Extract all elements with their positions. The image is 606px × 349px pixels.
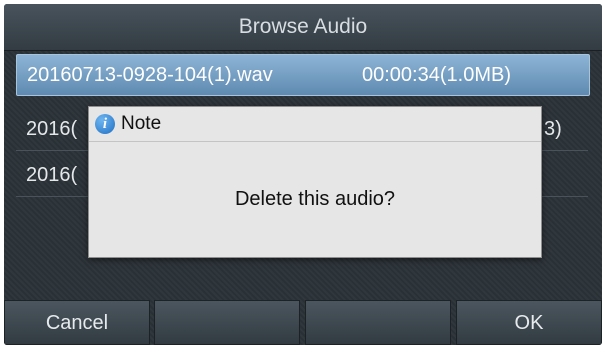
audio-file-info: 00:00:34(1.0MB) [362,64,511,86]
softkey-3-button[interactable] [305,300,451,345]
audio-file-row-selected[interactable]: 20160713-0928-104(1).wav 00:00:34(1.0MB) [16,54,590,96]
audio-file-name: 20160713-0928-104(1).wav [27,64,273,86]
ok-button[interactable]: OK [456,300,602,345]
dialog-message: Delete this audio? [234,188,396,210]
audio-file-name: 2016( [26,118,78,140]
phone-screen: Browse Audio 20160713-0928-104(1).wav 00… [4,4,602,345]
audio-file-info: 3) [544,118,562,140]
softkey-2-button[interactable] [154,300,300,345]
dialog-body: Delete this audio? [89,142,541,257]
softkey-bar: Cancel OK [4,300,602,345]
dialog-header: i Note [89,107,541,142]
note-dialog: i Note Delete this audio? [88,106,542,258]
cancel-button[interactable]: Cancel [4,300,150,345]
info-icon: i [95,114,115,134]
dialog-title: Note [121,113,162,134]
screen-title: Browse Audio [4,4,602,51]
audio-file-name: 2016( [26,164,78,186]
